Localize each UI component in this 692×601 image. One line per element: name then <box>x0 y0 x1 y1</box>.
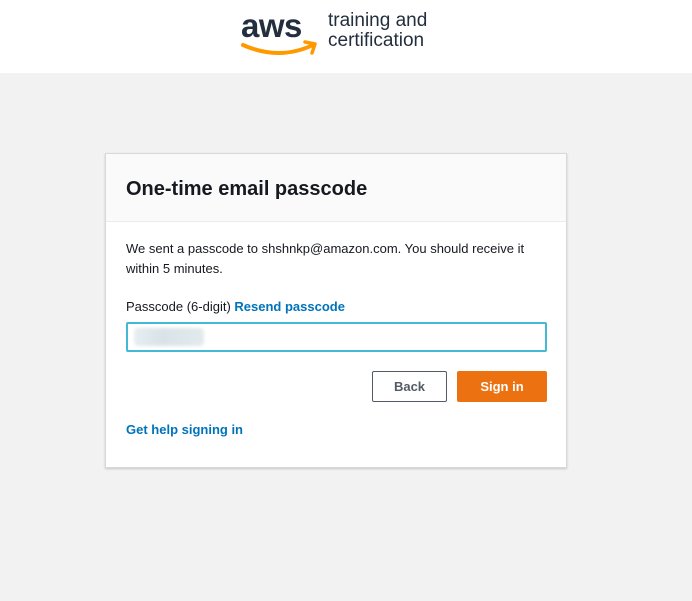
top-bar: aws training and certification <box>0 0 692 73</box>
smile-arrow-icon <box>241 40 317 55</box>
button-row: Back Sign in <box>126 371 547 403</box>
redacted-passcode-value <box>134 328 204 346</box>
aws-training-logo[interactable]: aws training and certification <box>241 9 441 61</box>
back-button[interactable]: Back <box>372 371 447 402</box>
sign-in-button[interactable]: Sign in <box>457 371 547 402</box>
get-help-signing-in-link[interactable]: Get help signing in <box>126 422 243 437</box>
logo-tagline-line1: training and <box>328 10 428 31</box>
card-body: We sent a passcode to shshnkp@amazon.com… <box>106 222 566 439</box>
passcode-card: One-time email passcode We sent a passco… <box>105 153 567 468</box>
card-header: One-time email passcode <box>106 154 566 222</box>
logo-tagline-line2: certification <box>328 30 425 51</box>
passcode-label: Passcode (6-digit) <box>126 299 231 314</box>
passcode-input-wrapper <box>126 322 547 352</box>
page-title: One-time email passcode <box>126 178 368 200</box>
logo-wordmark: aws <box>241 7 302 44</box>
passcode-label-row: Passcode (6-digit) Resend passcode <box>126 299 546 315</box>
resend-passcode-link[interactable]: Resend passcode <box>234 299 345 314</box>
passcode-sent-message: We sent a passcode to shshnkp@amazon.com… <box>126 241 525 276</box>
logo-tagline: training and certification <box>328 11 427 51</box>
